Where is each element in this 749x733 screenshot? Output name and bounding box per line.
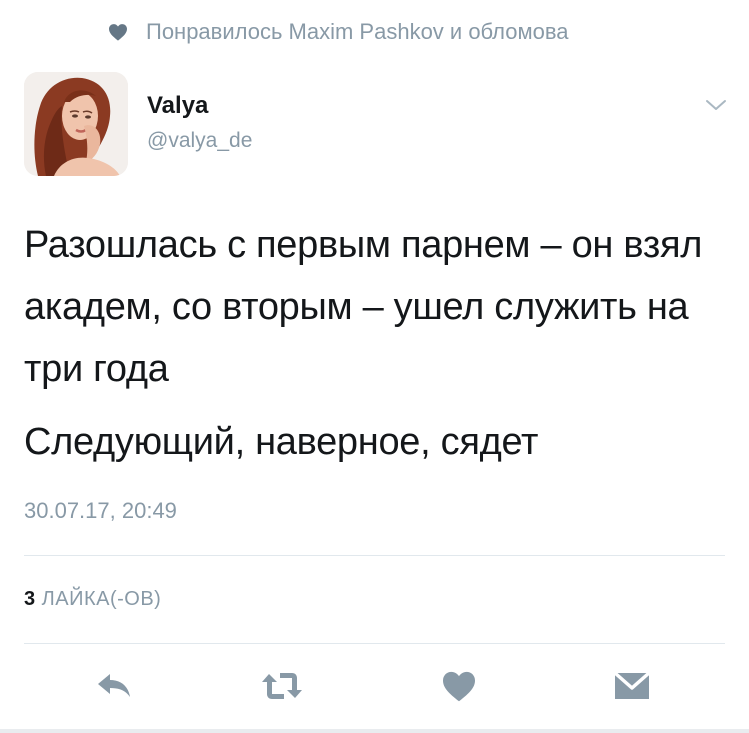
likes-stat[interactable]: 3 ЛАЙКА(-ОВ) [24, 588, 161, 611]
direct-message-button[interactable] [610, 668, 654, 704]
likes-label: ЛАЙКА(-ОВ) [41, 588, 162, 610]
social-context[interactable]: Понравилось Maxim Pashkov и обломова [108, 18, 569, 46]
author-handle[interactable]: @valya_de [147, 129, 252, 153]
envelope-icon [613, 671, 651, 699]
like-button[interactable] [437, 668, 481, 704]
avatar-photo [24, 72, 128, 176]
social-context-text: Понравилось Maxim Pashkov и обломова [146, 19, 569, 44]
likes-count: 3 [24, 588, 36, 610]
bottom-border [0, 729, 749, 733]
reply-button[interactable] [92, 668, 136, 704]
tweet-text: Разошлась с первым парнем – он взял акад… [24, 214, 724, 473]
retweet-button[interactable] [260, 668, 304, 704]
heart-icon [109, 24, 127, 41]
avatar[interactable] [24, 72, 128, 176]
chevron-down-icon[interactable] [704, 97, 728, 113]
tweet-paragraph: Следующий, наверное, сядет [24, 421, 539, 463]
retweet-icon [262, 673, 302, 699]
divider [24, 555, 725, 556]
heart-icon [443, 671, 475, 702]
divider [24, 643, 725, 644]
author-display-name[interactable]: Valya [147, 92, 208, 120]
tweet-paragraph: Разошлась с первым парнем – он взял акад… [24, 224, 703, 390]
tweet-timestamp[interactable]: 30.07.17, 20:49 [24, 498, 177, 524]
reply-icon [98, 674, 130, 697]
